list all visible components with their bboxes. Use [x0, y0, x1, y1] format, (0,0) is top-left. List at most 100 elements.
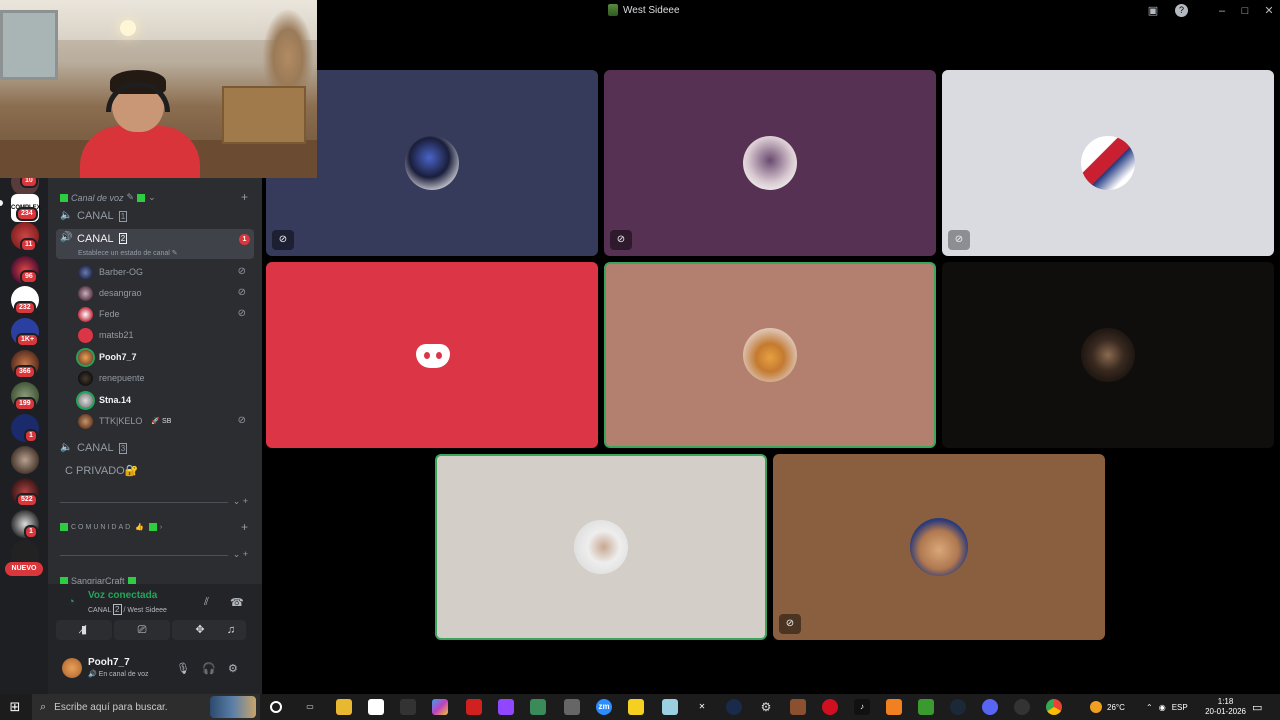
video-tile[interactable] [435, 454, 767, 640]
speaker-icon: 🔊 [60, 232, 73, 243]
voice-member[interactable]: renepuente [78, 368, 254, 388]
voice-member[interactable]: desangrao ⊘ [78, 283, 254, 303]
channel-canal-3[interactable]: 🔈 CANAL 3 [56, 438, 254, 458]
input-language[interactable]: ESP [1172, 703, 1188, 712]
help-icon[interactable]: ? [1175, 4, 1188, 17]
username[interactable]: Pooh7_7 [88, 657, 130, 668]
video-tile[interactable] [266, 262, 598, 448]
app-icon[interactable] [400, 699, 416, 715]
category-collapse-icon[interactable]: ⌄ + [233, 549, 248, 560]
webcam-person [80, 70, 200, 178]
category-label: COMUNIDAD [71, 523, 133, 531]
voice-member[interactable]: TTK|KELO 🚀 SB ⊘ [78, 411, 254, 431]
globe-icon[interactable]: ◉ [1159, 703, 1166, 712]
voice-category-header[interactable]: Canal de voz ✎ ⌄ [60, 192, 156, 203]
channel-canal-2[interactable]: 🔊 CANAL 2 Establece un estado de canal ✎… [56, 229, 254, 259]
file-explorer-icon[interactable] [336, 699, 352, 715]
signal-icon[interactable]: ◔ [68, 596, 75, 608]
video-tile[interactable] [604, 262, 936, 448]
member-name: TTK|KELO [99, 416, 143, 426]
voice-member[interactable]: Stna.14 [78, 390, 254, 410]
screen-share-button[interactable]: ⎚ [114, 620, 170, 640]
gear-icon[interactable]: ⚙ [228, 662, 238, 675]
notifications-icon[interactable]: ▭ [1252, 694, 1262, 720]
avatar [910, 518, 968, 576]
channel-status-hint[interactable]: Establece un estado de canal ✎ [78, 249, 178, 257]
speaker-icon: 🔈 [60, 210, 73, 221]
server-badge: 1 [24, 525, 38, 539]
noise-suppression-icon[interactable]: ⫽ [204, 596, 209, 609]
comunidad-category-header[interactable]: COMUNIDAD 👍 › [60, 523, 164, 531]
weather-widget[interactable]: 26°C [1090, 694, 1125, 720]
discord-icon[interactable] [982, 699, 998, 715]
avatar [1081, 328, 1135, 382]
video-tile[interactable]: ⊘ [773, 454, 1105, 640]
app-icon[interactable] [466, 699, 482, 715]
green-square-icon [127, 577, 136, 584]
task-view-icon[interactable]: ▭ [302, 699, 318, 715]
twitch-icon[interactable] [498, 699, 514, 715]
zoom-icon[interactable]: zm [596, 699, 612, 715]
avatar [574, 520, 628, 574]
cortana-icon[interactable] [270, 701, 282, 713]
capcut-icon[interactable]: ✕ [694, 699, 710, 715]
deafened-icon: ⊘ [610, 230, 632, 250]
chrome-icon[interactable] [1046, 699, 1062, 715]
headphones-icon[interactable]: 🎧 [202, 662, 216, 675]
voice-member[interactable]: Fede ⊘ [78, 304, 254, 324]
close-button[interactable]: ✕ [1261, 3, 1277, 19]
add-channel-icon[interactable]: + [241, 520, 248, 534]
sangriar-category-header[interactable]: SangriarCraft [60, 576, 136, 584]
video-tile[interactable]: ⊘ [942, 70, 1274, 256]
inbox-icon[interactable]: ▣ [1145, 3, 1161, 19]
webcam-window [0, 10, 58, 80]
video-tile[interactable] [942, 262, 1274, 448]
app-icon[interactable] [886, 699, 902, 715]
soundboard-button[interactable]: ♫ [216, 620, 246, 640]
system-tray[interactable]: ⌃ ◉ ESP [1146, 694, 1188, 720]
deafened-icon: ⊘ [237, 266, 246, 277]
camera-off-button[interactable]: ▮̸ [56, 620, 112, 640]
app-icon[interactable] [726, 699, 742, 715]
voice-channel-path[interactable]: CANAL 2 / West Sideee [88, 604, 167, 615]
server-icon [608, 4, 618, 16]
channel-badge: 1 [239, 234, 250, 245]
avatar [743, 136, 797, 190]
taskbar-clock[interactable]: 1:18 20-01-2026 [1205, 697, 1246, 717]
chevron-up-icon[interactable]: ⌃ [1146, 703, 1153, 712]
channel-c-privado[interactable]: C PRIVADO🔐 [56, 460, 254, 480]
voice-member[interactable]: Pooh7_7 [78, 347, 254, 367]
channel-canal-1[interactable]: 🔈 CANAL 1 [56, 206, 254, 226]
maximize-button[interactable]: □ [1237, 3, 1253, 19]
opera-gx-icon[interactable] [822, 699, 838, 715]
app-icon[interactable] [530, 699, 546, 715]
video-tile[interactable]: ⊘ [604, 70, 936, 256]
server-avatar[interactable] [11, 446, 39, 474]
clock-date: 20-01-2026 [1205, 707, 1246, 716]
app-icon[interactable] [790, 699, 806, 715]
server-badge: 1 [24, 429, 38, 443]
disconnect-icon[interactable]: ☎ [230, 596, 244, 609]
tiktok-icon[interactable]: ♪ [854, 699, 870, 715]
steam-icon[interactable] [950, 699, 966, 715]
copilot-icon[interactable] [432, 699, 448, 715]
add-channel-icon[interactable]: + [241, 190, 248, 204]
taskbar-search[interactable]: ⌕ Escribe aquí para buscar. [32, 694, 260, 720]
voice-status[interactable]: Voz conectada [88, 590, 157, 601]
voice-member[interactable]: matsb21 [78, 325, 254, 345]
minimize-button[interactable]: – [1214, 3, 1230, 19]
windows-start-icon[interactable]: ⊞ [6, 698, 24, 716]
settings-gear-icon[interactable]: ⚙ [758, 699, 774, 715]
new-unreads-pill[interactable]: NUEVO [5, 562, 43, 576]
sticky-notes-icon[interactable] [628, 699, 644, 715]
user-status: 🔊 En canal de voz [88, 671, 149, 678]
microphone-icon[interactable]: 🎙 [176, 662, 190, 675]
obs-icon[interactable] [1014, 699, 1030, 715]
notepad-icon[interactable] [368, 699, 384, 715]
category-collapse-icon[interactable]: ⌄ + [233, 496, 248, 507]
avatar[interactable] [62, 658, 82, 678]
app-icon[interactable] [564, 699, 580, 715]
app-icon[interactable] [662, 699, 678, 715]
voice-member[interactable]: Barber-OG ⊘ [78, 262, 254, 282]
minecraft-icon[interactable] [918, 699, 934, 715]
